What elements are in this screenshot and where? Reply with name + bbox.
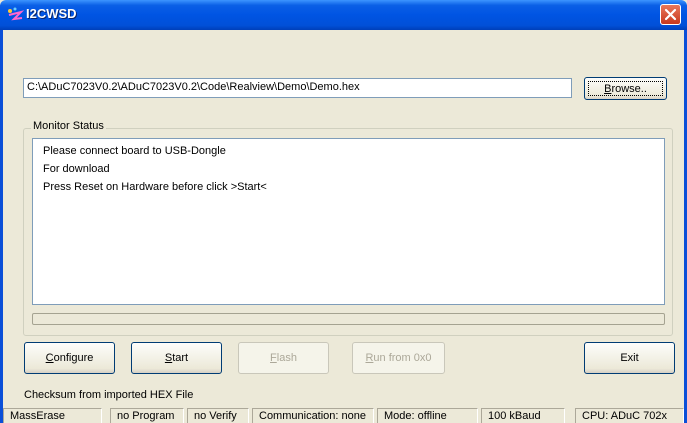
run-from-button[interactable]: Run from 0x0 [352,342,445,374]
close-icon [664,8,677,21]
start-button-label: Start [164,352,189,364]
flash-button-label: Flash [270,352,297,364]
checksum-message: Checksum from imported HEX File [24,389,194,401]
configure-button-label: Configure [45,352,94,364]
status-panel-mode: Mode: offline [377,408,478,423]
configure-button[interactable]: Configure [24,342,115,374]
window-border-left [0,30,3,423]
browse-button[interactable]: Browse.. [584,77,667,100]
status-line: Please connect board to USB-Dongle [43,145,226,157]
status-line: Press Reset on Hardware before click >St… [43,181,267,193]
start-button[interactable]: Start [131,342,222,374]
exit-button[interactable]: Exit [584,342,675,374]
window-title: I2CWSD [26,6,77,21]
close-button[interactable] [660,4,681,25]
status-bar: MassErase no Program no Verify Communica… [3,406,684,423]
monitor-status-label: Monitor Status [31,120,106,132]
flash-button[interactable]: Flash [238,342,329,374]
app-icon [6,6,25,24]
status-panel-verify: no Verify [187,408,249,423]
progress-bar [32,313,665,325]
title-bar[interactable]: I2CWSD [0,0,687,30]
run-from-button-label: Run from 0x0 [365,352,432,364]
status-panel-program: no Program [110,408,184,423]
browse-button-label: Browse.. [604,82,647,95]
app-window: I2CWSD C:\ADuC7023V0.2\ADuC7023V0.2\Code… [0,0,687,423]
exit-button-label: Exit [620,352,639,364]
status-panel-erase: MassErase [3,408,102,423]
hex-file-path-field[interactable]: C:\ADuC7023V0.2\ADuC7023V0.2\Code\Realvi… [23,78,572,98]
status-panel-baud: 100 kBaud [481,408,565,423]
monitor-status-list[interactable]: Please connect board to USB-Dongle For d… [32,138,665,305]
status-panel-cpu: CPU: ADuC 702x [575,408,684,423]
status-line: For download [43,163,110,175]
status-panel-communication: Communication: none [252,408,374,423]
